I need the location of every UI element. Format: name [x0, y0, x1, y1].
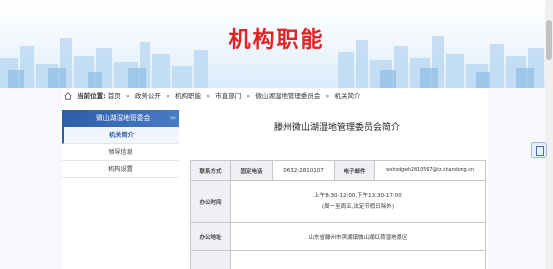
floating-widget-icon[interactable] [531, 142, 547, 158]
banner-title: 机构职能 [228, 28, 325, 53]
sidebar-header-label: 微山湖湿地管委会 [96, 114, 151, 122]
table-row: 联系方式 固定电话 0632-2810107 电子邮件 wshsdgwh2810… [190, 160, 486, 181]
breadcrumb-label: 当前位置: [77, 92, 106, 100]
page-title: 滕州微山湖湿地管理委员会简介 [273, 123, 400, 133]
double-chevron-right-icon: ››› [169, 114, 176, 122]
breadcrumb-gov-affairs-link[interactable]: 政务公开 [135, 92, 161, 100]
hours-line-2: (周一至周五,法定节假日除外) [321, 203, 395, 210]
phone-value: 0632-2810107 [272, 160, 335, 181]
breadcrumb-separator: » [325, 92, 330, 100]
sidebar-item-org-structure[interactable]: 机构设置 [62, 161, 179, 178]
table-row [190, 250, 486, 269]
table-row: 办公时间 上午8:30-12:00,下午13:30-17:00 (周一至周五,法… [190, 180, 486, 223]
sidebar-header: 微山湖湿地管委会 ››› [62, 110, 179, 127]
hours-label: 办公时间 [190, 180, 231, 223]
breadcrumb-separator: » [246, 92, 251, 100]
breadcrumb-home-link[interactable]: 首页 [108, 92, 121, 100]
empty-value-cell [230, 250, 486, 269]
breadcrumb-city-depts-link[interactable]: 市直部门 [215, 92, 241, 100]
contact-label: 联系方式 [190, 160, 231, 181]
page-scrollbar[interactable] [545, 0, 553, 269]
email-value: wshsdgwh2810567@tz.shandong.cn [374, 160, 486, 181]
sidebar-item-intro[interactable]: 机关简介 [62, 127, 179, 144]
address-label: 办公地址 [190, 222, 231, 251]
sidebar-item-leaders[interactable]: 领导信息 [62, 144, 179, 161]
table-row: 办公地址 山东省滕州市滨湖镇微山湖红荷湿地景区 [190, 222, 486, 251]
breadcrumb: 当前位置: 首页 » 政务公开 » 机构职能 » 市直部门 » 微山湖湿地管理委… [62, 88, 488, 104]
hours-value: 上午8:30-12:00,下午13:30-17:00 (周一至周五,法定节假日除… [230, 180, 486, 223]
breadcrumb-separator: » [206, 92, 211, 100]
breadcrumb-org-functions-link[interactable]: 机构职能 [175, 92, 201, 100]
info-table: 联系方式 固定电话 0632-2810107 电子邮件 wshsdgwh2810… [190, 160, 486, 269]
breadcrumb-current-link[interactable]: 机关简介 [334, 92, 360, 100]
scrollbar-thumb[interactable] [546, 20, 552, 60]
banner: 机构职能 [0, 0, 553, 88]
sidebar: 微山湖湿地管委会 ››› 机关简介 领导信息 机构设置 [62, 110, 179, 269]
home-icon [64, 92, 72, 100]
main-content: 滕州微山湖湿地管理委员会简介 联系方式 固定电话 0632-2810107 电子… [186, 110, 488, 269]
address-value: 山东省滕州市滨湖镇微山湖红荷湿地景区 [230, 222, 486, 251]
email-label: 电子邮件 [334, 160, 375, 181]
breadcrumb-wetland-committee-link[interactable]: 微山湖湿地管理委员会 [255, 92, 320, 100]
breadcrumb-separator: » [165, 92, 170, 100]
empty-label-cell [190, 250, 231, 269]
hours-line-1: 上午8:30-12:00,下午13:30-17:00 [314, 192, 402, 199]
breadcrumb-separator: » [125, 92, 130, 100]
phone-label: 固定电话 [230, 160, 273, 181]
